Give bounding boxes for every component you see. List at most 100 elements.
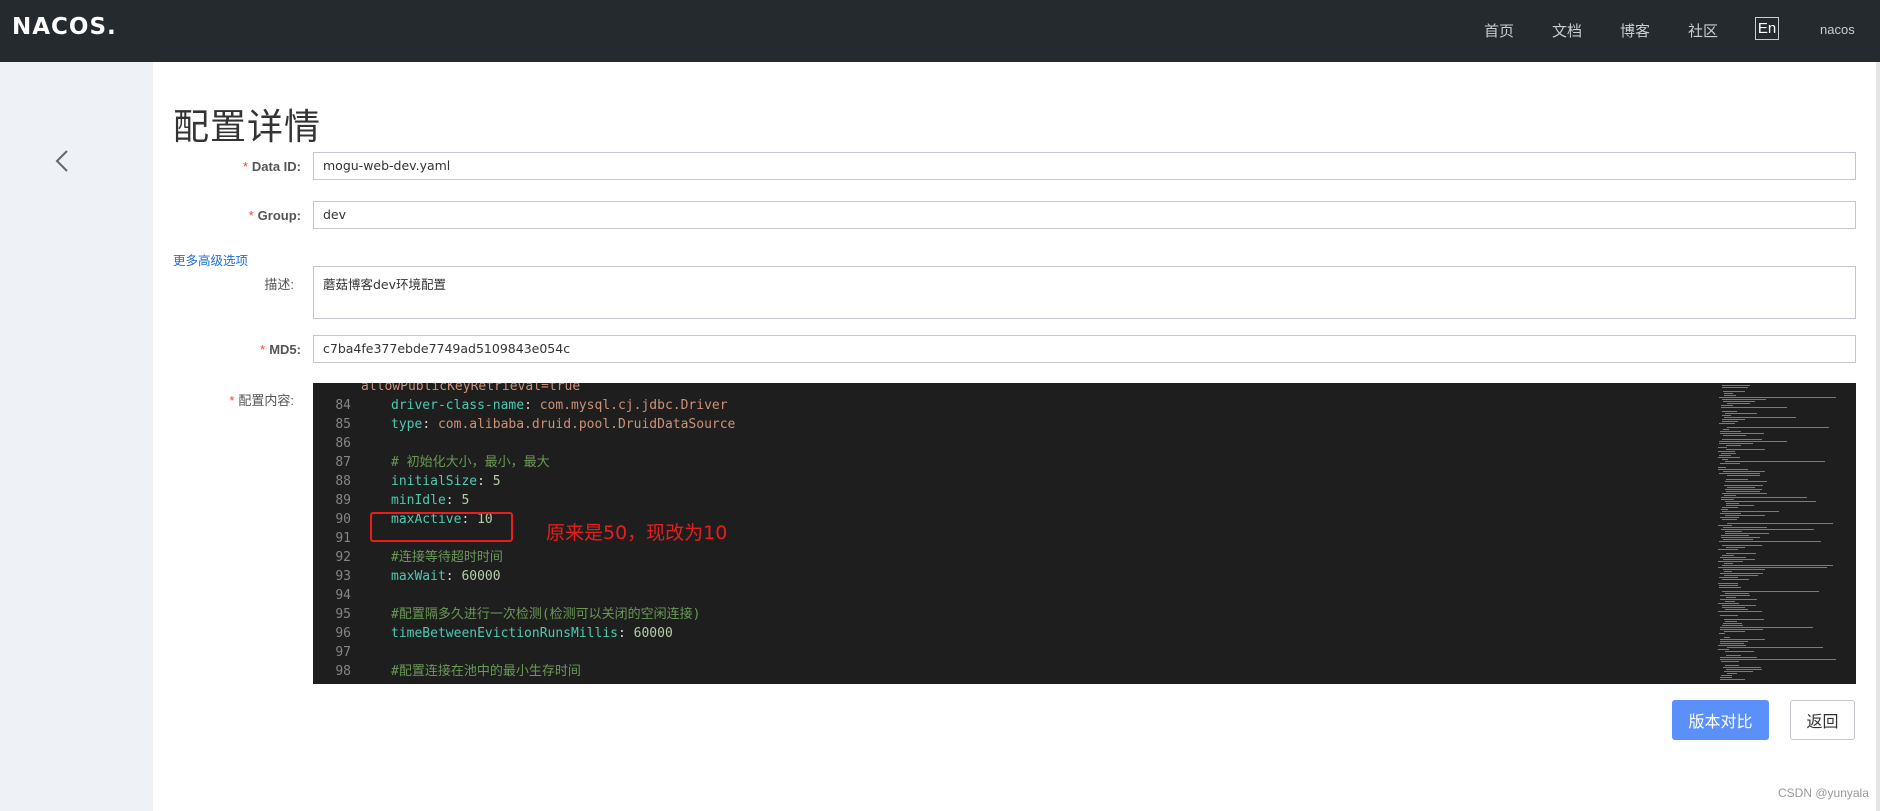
description-label: 描述:: [264, 277, 294, 292]
minimap-line: [1725, 601, 1735, 602]
required-mark: *: [229, 393, 235, 408]
minimap-line: [1718, 549, 1738, 550]
minimap-line: [1718, 469, 1748, 470]
minimap-line: [1720, 679, 1745, 680]
minimap-line: [1722, 605, 1756, 606]
minimap-line: [1720, 615, 1738, 616]
code-line: 98 #配置连接在池中的最小生存时间: [313, 662, 1713, 681]
minimap-line: [1719, 473, 1760, 474]
code-value: com.mysql.cj.jdbc.Driver: [539, 398, 728, 413]
nav-docs[interactable]: 文档: [1552, 20, 1582, 41]
minimap-line: [1722, 415, 1731, 416]
line-number: 87: [335, 455, 351, 470]
minimap-line: [1721, 675, 1732, 676]
minimap-line: [1720, 639, 1765, 640]
code-line: 84 driver-class-name: com.mysql.cj.jdbc.D…: [313, 396, 1713, 415]
minimap-line: [1721, 405, 1733, 406]
version-compare-button[interactable]: 版本对比: [1672, 700, 1769, 740]
minimap-line: [1718, 447, 1727, 448]
minimap-line: [1719, 397, 1836, 398]
description-field[interactable]: 蘑菇博客dev环境配置: [313, 266, 1856, 319]
md5-field[interactable]: c7ba4fe377ebde7749ad5109843e054c: [313, 335, 1856, 363]
code-text: maxWait: 60000: [391, 569, 501, 584]
minimap-line: [1725, 531, 1742, 532]
minimap-line: [1721, 499, 1734, 500]
line-number: 85: [335, 417, 351, 432]
minimap-line: [1725, 515, 1765, 516]
data-id-field[interactable]: mogu-web-dev.yaml: [313, 152, 1856, 180]
highlight-box: [370, 512, 513, 542]
minimap-line: [1723, 401, 1755, 402]
minimap-line: [1722, 385, 1750, 386]
minimap-line: [1726, 503, 1739, 504]
code-text: #配置连接在池中的最小生存时间: [391, 662, 581, 681]
code-value: 60000: [633, 626, 673, 641]
minimap-line: [1719, 441, 1787, 442]
minimap-line: [1721, 453, 1736, 454]
code-line: 88 initialSize: 5: [313, 472, 1713, 491]
minimap-line: [1726, 547, 1745, 548]
minimap-line: [1722, 507, 1738, 508]
nacos-logo[interactable]: NACOS.: [12, 14, 117, 40]
code-line-partial: allowPublicKeyRetrieval=true: [361, 383, 581, 394]
code-text: #连接等待超时时间: [391, 548, 503, 567]
code-key: initialSize: [391, 474, 478, 489]
minimap-line: [1726, 669, 1762, 670]
minimap-line: [1723, 471, 1765, 472]
back-button[interactable]: 返回: [1790, 700, 1855, 740]
language-switch-button[interactable]: En: [1755, 17, 1779, 40]
minimap-line: [1722, 579, 1749, 580]
line-number: 96: [335, 626, 351, 641]
top-nav-bar: NACOS. 首页 文档 博客 社区 En nacos: [0, 0, 1880, 62]
editor-minimap[interactable]: [1718, 383, 1856, 684]
minimap-line: [1723, 391, 1745, 392]
minimap-line: [1720, 629, 1763, 630]
code-text: # 初始化大小，最小，最大: [391, 453, 550, 472]
minimap-line: [1723, 623, 1742, 624]
minimap-line: [1721, 529, 1814, 530]
minimap-line: [1720, 677, 1732, 678]
minimap-line: [1720, 595, 1750, 596]
minimap-line: [1720, 573, 1763, 574]
line-number: 86: [335, 436, 351, 451]
minimap-line: [1720, 659, 1836, 660]
group-field[interactable]: dev: [313, 201, 1856, 229]
data-id-label: * Data ID:: [242, 159, 301, 174]
md5-label: * MD5:: [260, 342, 301, 357]
minimap-line: [1721, 661, 1739, 662]
username[interactable]: nacos: [1820, 22, 1855, 37]
code-line: 92 #连接等待超时时间: [313, 548, 1713, 567]
minimap-line: [1720, 433, 1764, 434]
more-advanced-options-link[interactable]: 更多高级选项: [173, 250, 248, 269]
nav-home[interactable]: 首页: [1484, 20, 1514, 41]
minimap-line: [1722, 591, 1819, 592]
minimap-line: [1725, 413, 1757, 414]
nav-community[interactable]: 社区: [1688, 20, 1718, 41]
line-number: 88: [335, 474, 351, 489]
minimap-line: [1722, 493, 1767, 494]
code-comment: # 初始化大小，最小，最大: [391, 455, 550, 470]
minimap-line: [1722, 387, 1748, 388]
line-number: 98: [335, 664, 351, 679]
back-arrow-icon[interactable]: [52, 148, 72, 174]
minimap-line: [1718, 649, 1729, 650]
minimap-line: [1719, 585, 1738, 586]
minimap-line: [1718, 525, 1732, 526]
code-value: 5: [492, 474, 501, 489]
minimap-line: [1718, 603, 1739, 604]
minimap-line: [1723, 429, 1729, 430]
code-line: 87 # 初始化大小，最小，最大: [313, 453, 1713, 472]
minimap-line: [1726, 445, 1741, 446]
code-line: 91: [313, 529, 1713, 548]
nav-blog[interactable]: 博客: [1620, 20, 1650, 41]
minimap-line: [1727, 523, 1833, 524]
group-label: * Group:: [248, 208, 301, 223]
minimap-line: [1726, 491, 1760, 492]
minimap-line: [1721, 509, 1728, 510]
code-comment: #连接等待超时时间: [391, 550, 503, 565]
config-code-editor[interactable]: allowPublicKeyRetrieval=true 84 driver-cl…: [313, 383, 1856, 684]
scrollbar-track[interactable]: [1876, 62, 1880, 811]
code-line: 85 type: com.alibaba.druid.pool.DruidData…: [313, 415, 1713, 434]
minimap-line: [1722, 519, 1737, 520]
required-mark: *: [248, 208, 254, 223]
